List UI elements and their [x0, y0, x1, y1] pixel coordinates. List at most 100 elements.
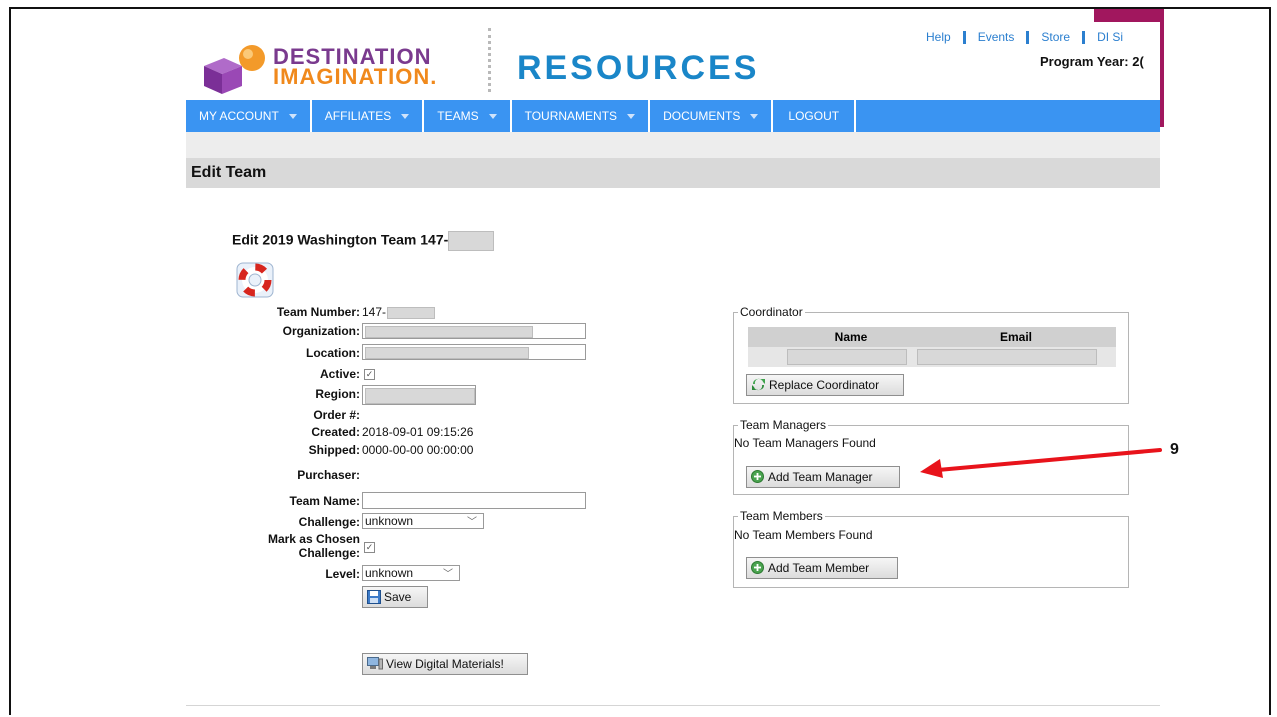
caret-down-icon: [288, 114, 297, 120]
save-label: Save: [384, 590, 412, 604]
events-link[interactable]: Events: [978, 30, 1015, 44]
caret-down-icon: [627, 114, 636, 120]
active-checkbox[interactable]: ✓: [364, 369, 375, 380]
team-number-label: Team Number:: [276, 305, 360, 319]
nav-spacer: [186, 132, 1160, 158]
nav-label: LOGOUT: [788, 109, 840, 123]
logo-text-imagination: IMAGINATION.: [273, 64, 438, 89]
organization-input[interactable]: [362, 323, 586, 339]
page-title: Edit Team: [186, 158, 1160, 188]
view-digital-materials-label: View Digital Materials!: [386, 657, 504, 671]
challenge-label: Challenge:: [298, 515, 360, 529]
level-selected: unknown: [365, 566, 414, 580]
coordinator-email-cell: [916, 347, 1116, 367]
nav-documents[interactable]: DOCUMENTS: [650, 100, 774, 132]
link-separator: [962, 31, 966, 45]
table-row: [748, 347, 1116, 367]
floppy-disk-icon: [367, 590, 381, 604]
active-label: Active:: [319, 367, 360, 381]
save-button[interactable]: Save: [362, 586, 428, 608]
redacted-location: [365, 347, 529, 359]
redacted-coordinator-email: [917, 349, 1097, 365]
annotation-number: 9: [1170, 441, 1179, 458]
team-name-input[interactable]: [362, 492, 586, 509]
coordinator-legend: Coordinator: [738, 305, 805, 319]
redacted-team-number: [387, 306, 436, 319]
challenge-selected: unknown: [365, 514, 414, 528]
logo-divider: [488, 28, 495, 92]
team-members-fieldset: Team Members No Team Members Found Add T…: [733, 509, 1129, 588]
nav-affiliates[interactable]: AFFILIATES: [312, 100, 425, 132]
mark-chosen-checkbox[interactable]: ✓: [364, 542, 375, 553]
team-managers-empty: No Team Managers Found: [734, 436, 876, 450]
nav-tournaments[interactable]: TOURNAMENTS: [512, 100, 651, 132]
nav-label: TEAMS: [437, 109, 479, 123]
browser-screenshot: DESTINATION IMAGINATION. RESOURCES Help E…: [186, 22, 1160, 712]
help-link[interactable]: Help: [926, 30, 951, 44]
shipped-label: Shipped:: [308, 443, 360, 457]
location-label: Location:: [306, 346, 360, 360]
mark-chosen-label: Mark as Chosen Challenge:: [268, 532, 360, 560]
redacted-team-id: [448, 231, 495, 251]
shipped-value: 0000-00-00 00:00:00: [362, 443, 474, 457]
replace-coordinator-button[interactable]: Replace Coordinator: [746, 374, 904, 396]
nav-label: TOURNAMENTS: [524, 109, 618, 123]
team-name-label: Team Name:: [289, 494, 360, 508]
nav-label: AFFILIATES: [324, 109, 392, 123]
edit-team-heading: Edit 2019 Washington Team 147-: [232, 231, 495, 251]
created-label: Created:: [311, 425, 360, 439]
caret-down-icon: [401, 114, 410, 120]
refresh-icon: [752, 378, 765, 391]
region-label: Region:: [315, 387, 360, 401]
team-members-empty: No Team Members Found: [734, 528, 873, 542]
nav-logout[interactable]: LOGOUT: [773, 100, 857, 132]
redacted-region: [365, 388, 475, 404]
add-team-manager-label: Add Team Manager: [768, 470, 873, 484]
lifebuoy-help-icon[interactable]: [236, 262, 274, 298]
plus-circle-icon: [751, 470, 764, 483]
mark-chosen-label-line1: Mark as Chosen: [267, 532, 360, 546]
plus-circle-icon: [751, 561, 764, 574]
table-header-email: Email: [916, 327, 1116, 347]
edit-heading-text: Edit 2019 Washington Team 147-: [232, 231, 449, 248]
add-team-member-label: Add Team Member: [768, 561, 870, 575]
chevron-down-icon: ﹀: [467, 517, 477, 528]
program-year: Program Year: 2(: [1040, 54, 1144, 69]
store-link[interactable]: Store: [1041, 30, 1070, 44]
coordinator-name-cell: [786, 347, 916, 367]
nav-teams[interactable]: TEAMS: [424, 100, 512, 132]
challenge-select[interactable]: unknown ﹀: [362, 513, 484, 529]
mark-chosen-label-line2: Challenge:: [298, 546, 360, 560]
computer-icon: [367, 657, 383, 670]
top-links: Help Events Store DI Si: [921, 30, 1128, 45]
organization-label: Organization:: [282, 324, 360, 338]
add-team-member-button[interactable]: Add Team Member: [746, 557, 898, 579]
team-managers-legend: Team Managers: [738, 418, 829, 432]
coordinator-fieldset: Coordinator Name Email Replace Coordinat…: [733, 305, 1129, 404]
team-members-legend: Team Members: [738, 509, 825, 523]
site-title: RESOURCES: [517, 49, 760, 87]
created-value: 2018-09-01 09:15:26: [362, 425, 474, 439]
team-number-value: 147-: [362, 305, 387, 319]
caret-down-icon: [488, 114, 497, 120]
view-digital-materials-button[interactable]: View Digital Materials!: [362, 653, 528, 675]
di-logo-icon: [204, 45, 265, 94]
nav-label: MY ACCOUNT: [199, 109, 279, 123]
redacted-organization: [365, 326, 533, 338]
region-select[interactable]: [362, 385, 476, 405]
site-header: DESTINATION IMAGINATION. RESOURCES Help E…: [186, 22, 1160, 100]
caret-down-icon: [750, 114, 759, 120]
chevron-down-icon: ﹀: [443, 569, 453, 580]
purchaser-label: Purchaser:: [297, 468, 360, 482]
level-label: Level:: [325, 567, 360, 581]
nav-my-account[interactable]: MY ACCOUNT: [186, 100, 312, 132]
add-team-manager-button[interactable]: Add Team Manager: [746, 466, 900, 488]
table-header-name: Name: [786, 327, 916, 347]
level-select[interactable]: unknown ﹀: [362, 565, 460, 581]
order-label: Order #:: [313, 408, 360, 422]
di-site-link[interactable]: DI Si: [1097, 30, 1123, 44]
link-separator: [1026, 31, 1030, 45]
location-input[interactable]: [362, 344, 586, 360]
coordinator-table: Name Email: [748, 327, 1116, 367]
replace-coordinator-label: Replace Coordinator: [769, 378, 880, 392]
